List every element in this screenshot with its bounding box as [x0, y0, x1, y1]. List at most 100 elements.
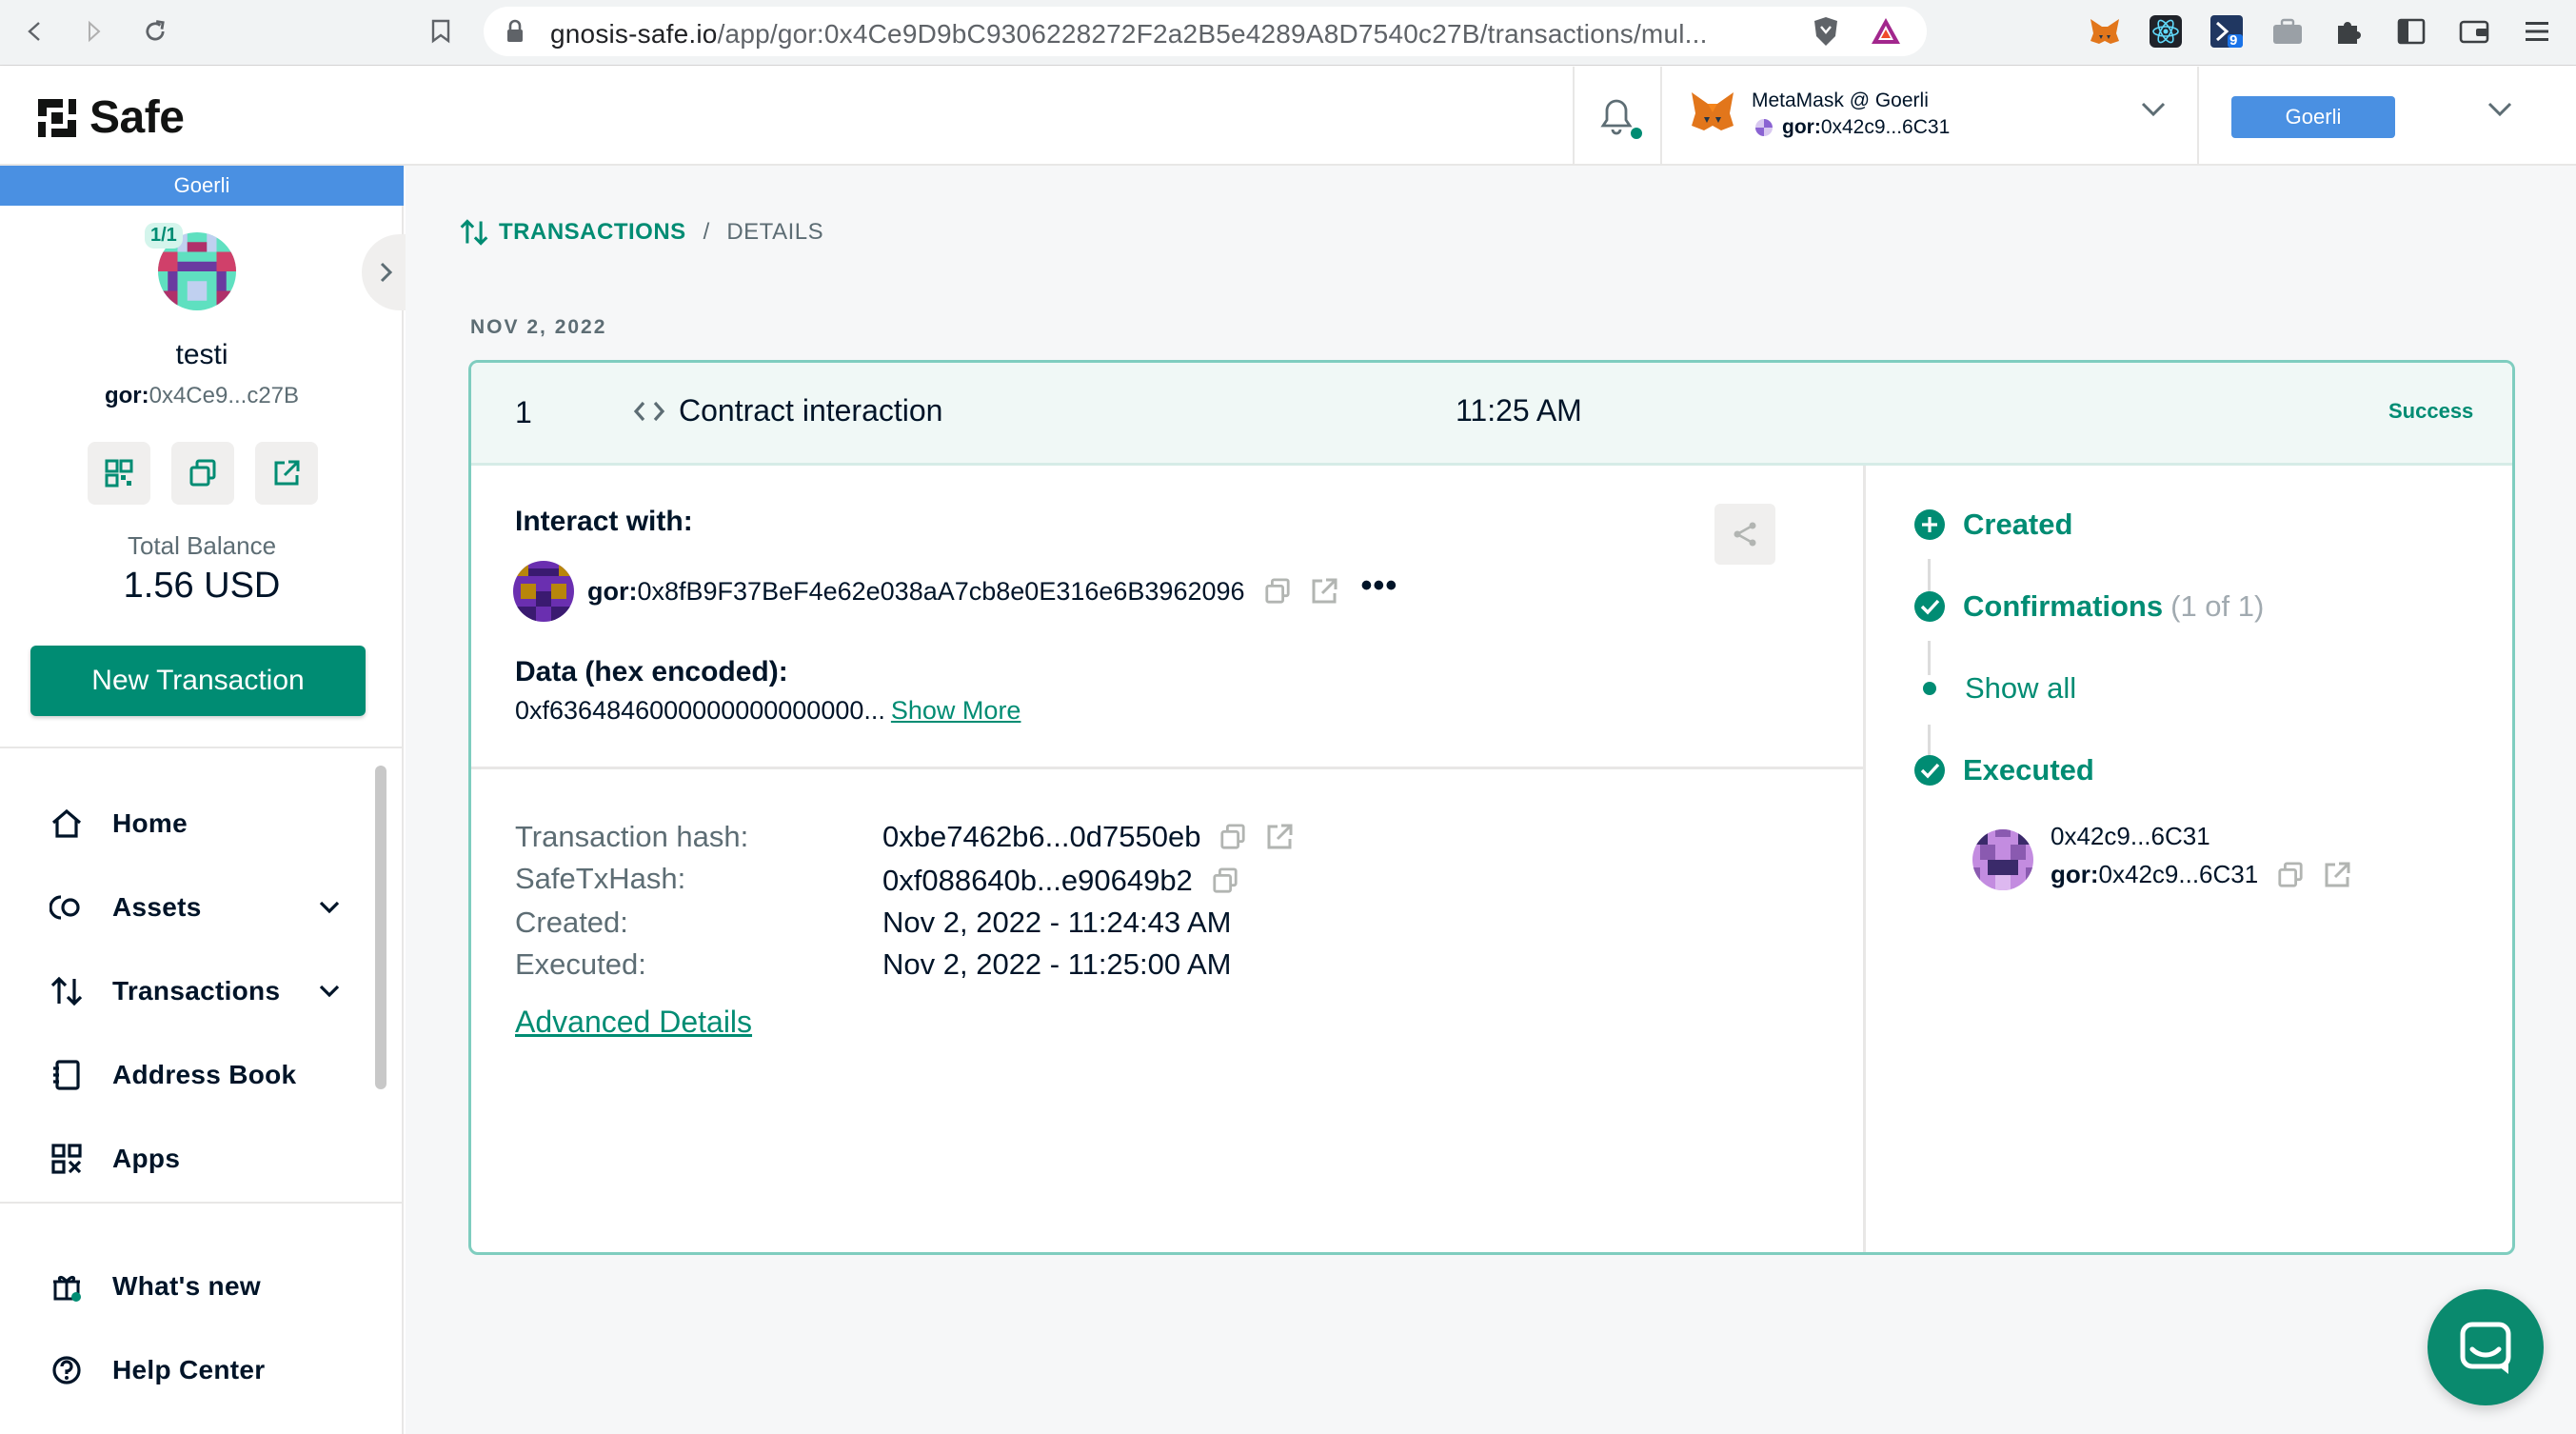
breadcrumb: TRANSACTIONS / DETAILS [459, 217, 823, 248]
data-hex-text: 0xf6364846000000000000000... [515, 696, 885, 725]
transaction-summary[interactable]: 1 Contract interaction 11:25 AM Success [471, 363, 2512, 466]
timeline-confirmations-label: Confirmations [1963, 589, 2164, 623]
total-balance-value: 1.56 USD [123, 566, 281, 606]
react-devtools-icon[interactable] [2148, 13, 2184, 50]
total-balance-label: Total Balance [127, 531, 277, 560]
apps-icon [51, 1144, 82, 1174]
safe-tx-hash-label: SafeTxHash: [515, 862, 686, 895]
sidebar-item-label: Assets [112, 892, 202, 922]
sidebar-scrollbar[interactable] [375, 766, 386, 1089]
extensions-puzzle-icon[interactable] [2330, 13, 2367, 50]
address-book-icon [53, 1060, 80, 1090]
home-icon [51, 808, 82, 838]
wallet-provider-label: MetaMask @ Goerli [1752, 90, 1929, 111]
qr-code-icon[interactable] [88, 442, 150, 505]
confirmations-count: (1 of 1) [2170, 589, 2265, 623]
more-options-button[interactable]: ••• [1361, 568, 1398, 605]
advanced-details-link[interactable]: Advanced Details [515, 1005, 752, 1040]
chat-icon [2460, 1322, 2511, 1374]
metamask-extension-icon[interactable] [2087, 13, 2123, 50]
browser-menu-icon[interactable] [2519, 13, 2555, 50]
sidebar-item-whats-new[interactable]: What's new [50, 1263, 335, 1310]
copy-icon[interactable] [1219, 824, 1246, 850]
bookmark-icon[interactable] [419, 10, 463, 53]
status-badge: Success [2388, 399, 2474, 423]
safe-logo-icon [38, 98, 76, 137]
executor-identicon [1972, 829, 2033, 890]
network-selector-button[interactable]: Goerli [2231, 96, 2395, 138]
safe-name: testi [175, 339, 228, 370]
external-link-icon[interactable] [1265, 823, 1294, 851]
sidebar-item-transactions[interactable]: Transactions [50, 967, 340, 1015]
sidebar-item-address-book[interactable]: Address Book [50, 1051, 335, 1099]
network-chevron-down-icon[interactable] [2487, 101, 2513, 123]
briefcase-extension-icon[interactable] [2269, 13, 2306, 50]
external-link-icon[interactable] [2323, 861, 2351, 889]
forward-icon[interactable] [72, 10, 116, 53]
sidebar-item-assets[interactable]: Assets [50, 884, 340, 931]
transaction-details: Interact with: gor:0x8fB9F37BeF4e62e038a… [471, 466, 1863, 1252]
back-icon[interactable] [13, 10, 57, 53]
tx-hash-label: Transaction hash: [515, 820, 749, 853]
data-hex-value: 0xf6364846000000000000000... Show More [515, 696, 1020, 726]
share-icon [1734, 522, 1756, 547]
wallet-address-text: 0x42c9...6C31 [1820, 116, 1951, 138]
copy-icon[interactable] [1212, 867, 1238, 894]
tx-hash-text: 0xbe7462b6...0d7550eb [882, 820, 1201, 853]
executor-name: 0x42c9...6C31 [2051, 822, 2210, 850]
copy-icon[interactable] [2277, 861, 2304, 888]
chevron-down-icon[interactable] [318, 984, 341, 999]
timeline-show-all[interactable]: Show all [1923, 671, 2076, 706]
sidebar-item-home[interactable]: Home [50, 800, 335, 847]
help-icon [52, 1356, 81, 1384]
executor-address-text: 0x42c9...6C31 [2098, 860, 2259, 888]
breadcrumb-transactions-link[interactable]: TRANSACTIONS [499, 219, 686, 246]
sidebar-item-apps[interactable]: Apps [50, 1135, 335, 1183]
sidebar-item-label: Transactions [112, 976, 281, 1006]
wallet-icon[interactable] [2456, 13, 2492, 50]
show-all-link[interactable]: Show all [1965, 671, 2076, 706]
timeline-created-label: Created [1963, 508, 2073, 541]
brave-shield-icon[interactable] [1811, 15, 1841, 52]
external-link-icon[interactable] [1310, 577, 1338, 606]
lock-icon [505, 19, 525, 49]
share-button[interactable] [1714, 504, 1775, 565]
brave-rewards-icon[interactable] [1870, 16, 1902, 51]
browser-toolbar: gnosis-safe.io/app/gor:0x4Ce9D9bC9306228… [0, 0, 2576, 66]
interact-address-row: gor:0x8fB9F37BeF4e62e038aA7cb8e0E316e6B3… [513, 561, 1397, 622]
sidebar-item-label: Apps [112, 1144, 181, 1173]
dot-icon [1923, 682, 1936, 695]
notification-dot [1629, 126, 1644, 141]
transaction-timeline: Created Confirmations (1 of 1) Show all … [1863, 466, 2512, 1252]
transactions-icon [460, 219, 488, 246]
metamask-fox-icon [1689, 90, 1736, 138]
sidebar-toggle-icon[interactable] [2393, 13, 2429, 50]
new-transaction-button[interactable]: New Transaction [30, 646, 366, 716]
sidebar-item-label: Home [112, 808, 188, 838]
sidebar-expand-button[interactable] [362, 234, 411, 310]
chat-support-button[interactable] [2427, 1289, 2544, 1405]
copy-icon[interactable] [1264, 578, 1291, 605]
chevron-down-icon[interactable] [318, 900, 341, 915]
check-circle-icon [1914, 755, 1945, 786]
address-bar[interactable]: gnosis-safe.io/app/gor:0x4Ce9D9bC9306228… [484, 7, 1927, 56]
created-value: Nov 2, 2022 - 11:24:43 AM [882, 906, 1232, 939]
transaction-type: Contract interaction [633, 393, 942, 428]
show-more-link[interactable]: Show More [891, 696, 1021, 725]
chevron-right-icon [380, 262, 393, 283]
transaction-nonce: 1 [515, 395, 532, 429]
safe-tx-hash-value: 0xf088640b...e90649b2 [882, 864, 1238, 898]
safe-logo[interactable]: Safe [34, 91, 185, 144]
redux-devtools-icon[interactable]: 9 [2209, 13, 2245, 50]
copy-icon[interactable] [171, 442, 234, 505]
executed-value: Nov 2, 2022 - 11:25:00 AM [882, 947, 1232, 981]
reload-icon[interactable] [133, 10, 177, 53]
safe-address-text: 0x4Ce9...c27B [149, 383, 300, 408]
sidebar-item-help-center[interactable]: Help Center [50, 1346, 335, 1394]
wallet-chevron-down-icon[interactable] [2140, 101, 2167, 123]
external-link-icon[interactable] [255, 442, 318, 505]
sidebar-item-label: What's new [112, 1271, 261, 1301]
wallet-address[interactable]: gor: 0x42c9...6C31 [1755, 116, 1950, 139]
safe-address[interactable]: gor:0x4Ce9...c27B [0, 383, 404, 409]
safe-tx-hash-text: 0xf088640b...e90649b2 [882, 864, 1193, 897]
